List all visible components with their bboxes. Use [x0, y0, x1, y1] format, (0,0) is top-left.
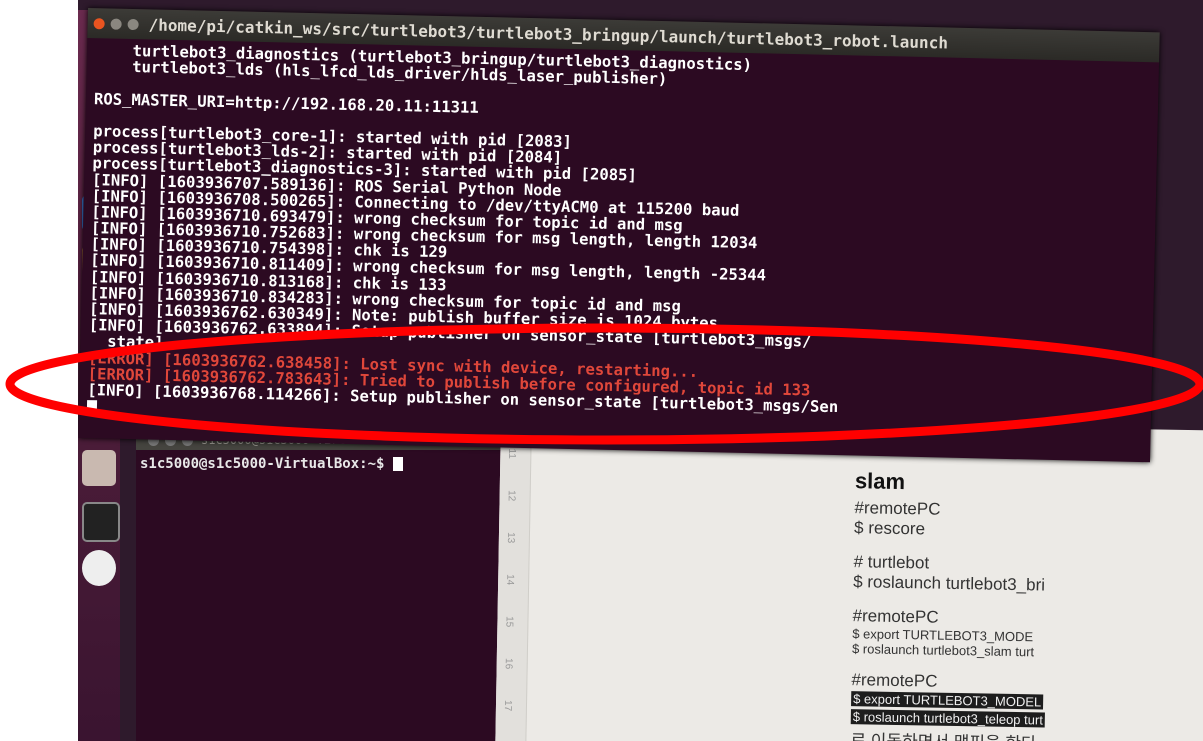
photo-frame: s1c5000@s1c5000-VirtualBox s1c5000@s1c50…: [78, 0, 1203, 741]
ruler-number: 13: [504, 532, 517, 544]
document-heading: slam: [854, 468, 906, 495]
lower-terminal-body[interactable]: s1c5000@s1c5000-VirtualBox:~$: [136, 450, 556, 472]
shell-prompt: s1c5000@s1c5000-VirtualBox:~$: [140, 456, 385, 472]
ruler-number: 11: [505, 448, 518, 459]
main-terminal-window[interactable]: /home/pi/catkin_ws/src/turtlebot3/turtle…: [78, 8, 1160, 463]
vertical-ruler: 1112131415161718: [495, 418, 532, 741]
terminal-icon[interactable]: [82, 502, 120, 542]
ruler-number: 16: [502, 658, 514, 670]
document-content: slam #remotePC $ rescore # turtlebot $ rosl…: [850, 468, 1049, 741]
cursor: [392, 457, 403, 471]
minimize-icon[interactable]: [110, 18, 122, 30]
cursor: [86, 399, 98, 414]
ruler-number: 17: [501, 700, 514, 712]
document-line: $ roslaunch turtlebot3_bri: [853, 572, 1046, 595]
maximize-icon[interactable]: [127, 18, 139, 30]
document-page[interactable]: 1112131415161718 slam #remotePC$ rescore…: [495, 418, 1203, 741]
ruler-number: 12: [505, 490, 517, 502]
ruler-number: 14: [504, 574, 516, 586]
settings-icon[interactable]: [82, 450, 116, 486]
highlighted-command: $ roslaunch turtlebot3_teleop turt: [850, 709, 1046, 728]
document-line: $ rescore: [853, 518, 926, 539]
document-line: 로 이동하면서 맵핑을 한다: [850, 726, 1044, 741]
lower-terminal-window[interactable]: s1c5000@s1c5000-VirtualBox s1c5000@s1c50…: [136, 430, 556, 741]
ruler-number: 15: [503, 616, 515, 628]
main-terminal-output[interactable]: turtlebot3_diagnostics (turtlebot3_bring…: [79, 38, 1159, 439]
close-icon[interactable]: [93, 17, 105, 29]
highlighted-command: $ export TURTLEBOT3_MODEL: [851, 691, 1044, 710]
dvd-icon[interactable]: [82, 550, 116, 586]
